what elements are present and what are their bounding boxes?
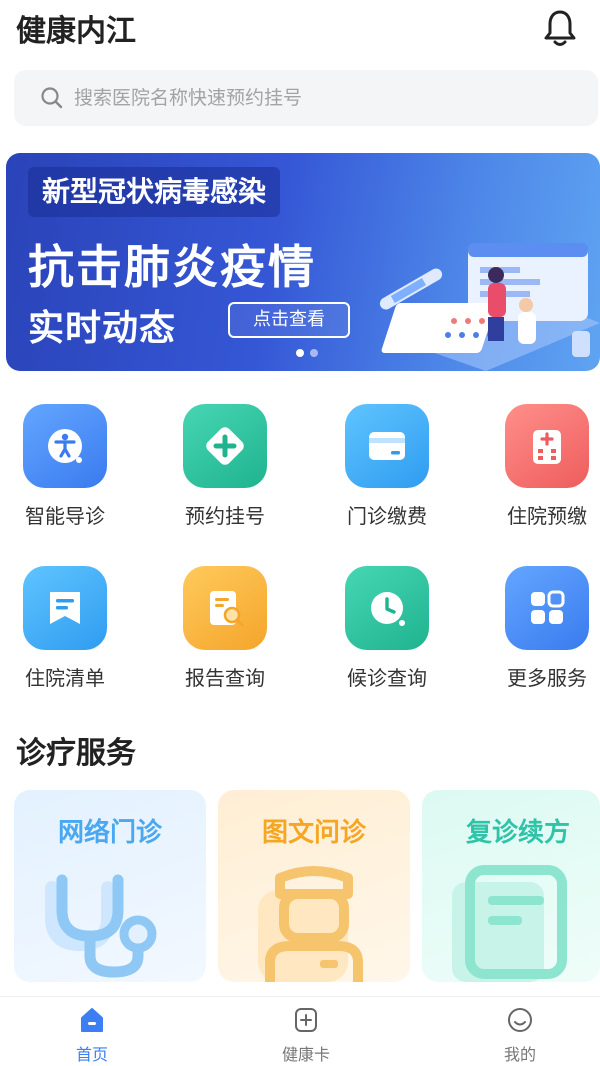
banner-view-button[interactable]: 点击查看 <box>228 302 350 338</box>
app-title: 健康内江 <box>16 14 136 49</box>
service-inpatient-prepay[interactable]: 住院预缴 <box>482 404 600 529</box>
card-icon <box>345 404 429 488</box>
carousel-indicator <box>296 349 318 357</box>
card-follow-up-prescription[interactable]: 复诊续方 <box>422 790 600 982</box>
service-label: 门诊缴费 <box>347 504 427 528</box>
health-card-icon <box>295 1008 317 1032</box>
service-outpatient-pay[interactable]: 门诊缴费 <box>322 404 452 529</box>
carousel-dot[interactable] <box>296 349 304 357</box>
banner-illustration <box>379 243 600 371</box>
accessibility-icon <box>23 404 107 488</box>
service-inpatient-list[interactable]: 住院清单 <box>0 566 130 691</box>
tab-mine[interactable]: 我的 <box>460 1005 580 1065</box>
search-input[interactable] <box>74 87 554 109</box>
service-label: 住院清单 <box>25 666 105 690</box>
prescription-icon <box>452 865 567 982</box>
stethoscope-icon <box>45 874 157 978</box>
card-image-text-consult[interactable]: 图文问诊 <box>218 790 410 982</box>
card-title: 图文问诊 <box>261 818 366 848</box>
banner-subheadline: 实时动态 <box>28 308 177 349</box>
clock-icon <box>345 566 429 650</box>
tab-health-card[interactable]: 健康卡 <box>246 1005 366 1065</box>
list-doc-icon <box>23 566 107 650</box>
card-title: 网络门诊 <box>57 818 162 848</box>
banner-carousel[interactable]: 新型冠状病毒感染 抗击肺炎疫情 实时动态 点击查看 <box>6 153 600 371</box>
tab-label: 首页 <box>75 1045 108 1064</box>
search-bar[interactable] <box>14 70 598 126</box>
home-icon <box>81 1008 103 1032</box>
plus-diamond-icon <box>183 404 267 488</box>
report-search-icon <box>183 566 267 650</box>
bell-icon[interactable] <box>542 8 578 48</box>
card-online-clinic[interactable]: 网络门诊 <box>14 790 206 982</box>
service-smart-guide[interactable]: 智能导诊 <box>0 404 130 529</box>
tab-label: 我的 <box>503 1045 536 1064</box>
service-label: 预约挂号 <box>185 504 265 528</box>
smile-icon <box>508 1008 532 1032</box>
service-appointment[interactable]: 预约挂号 <box>160 404 290 529</box>
carousel-dot[interactable] <box>310 349 318 357</box>
hospital-icon <box>505 404 589 488</box>
section-title: 诊疗服务 <box>16 736 136 771</box>
service-label: 智能导诊 <box>25 504 105 528</box>
doctor-icon <box>258 866 363 982</box>
banner-headline: 抗击肺炎疫情 <box>28 240 316 294</box>
service-label: 更多服务 <box>507 666 587 690</box>
bottom-tab-bar: 首页 健康卡 我的 <box>0 996 600 1066</box>
service-label: 候诊查询 <box>347 666 427 690</box>
banner-tag: 新型冠状病毒感染 <box>28 167 281 217</box>
service-more[interactable]: 更多服务 <box>482 566 600 691</box>
search-icon <box>41 87 63 109</box>
service-report-query[interactable]: 报告查询 <box>160 566 290 691</box>
tab-home[interactable]: 首页 <box>32 1005 152 1065</box>
service-label: 住院预缴 <box>507 504 587 528</box>
service-label: 报告查询 <box>185 666 265 690</box>
top-header: 健康内江 <box>0 0 600 58</box>
service-waiting-query[interactable]: 候诊查询 <box>322 566 452 691</box>
card-title: 复诊续方 <box>465 818 570 848</box>
grid-icon <box>505 566 589 650</box>
tab-label: 健康卡 <box>281 1045 330 1064</box>
consult-cards: 网络门诊 图文问诊 复诊续方 <box>0 790 600 982</box>
